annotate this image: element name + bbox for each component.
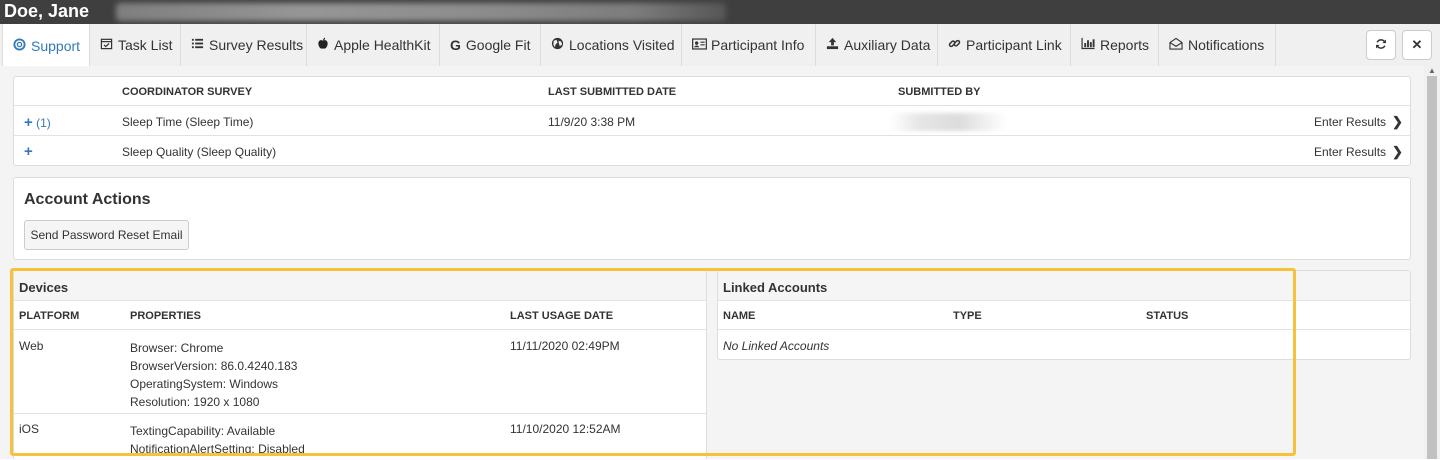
apple-icon bbox=[317, 37, 329, 53]
tab-label: Auxiliary Data bbox=[844, 37, 931, 53]
refresh-icon bbox=[1375, 38, 1387, 53]
tab-label: Participant Link bbox=[966, 37, 1062, 53]
account-actions-panel: Account Actions Send Password Reset Emai… bbox=[13, 177, 1411, 260]
column-header-last-usage: LAST USAGE DATE bbox=[510, 310, 614, 322]
column-header-last-submitted: LAST SUBMITTED DATE bbox=[548, 86, 677, 98]
tab-apple-healthkit[interactable]: Apple HealthKit bbox=[307, 24, 440, 66]
account-actions-title: Account Actions bbox=[24, 191, 151, 208]
tab-label: Apple HealthKit bbox=[334, 37, 431, 53]
linked-accounts-title: Linked Accounts bbox=[723, 280, 828, 295]
column-header-survey: COORDINATOR SURVEY bbox=[122, 86, 253, 98]
title-bar: Doe, Jane bbox=[0, 0, 1440, 24]
chevron-right-icon: ❯ bbox=[1392, 144, 1403, 159]
envelope-open-icon bbox=[1169, 37, 1183, 53]
linked-accounts-panel: Linked Accounts NAME TYPE STATUS No Link… bbox=[717, 270, 1411, 360]
property: OperatingSystem: Windows bbox=[130, 377, 279, 391]
tab-notifications[interactable]: Notifications bbox=[1159, 24, 1276, 66]
property: NotificationAlertSetting: Disabled bbox=[130, 442, 305, 456]
property: Browser: Chrome bbox=[130, 341, 224, 355]
column-header-type: TYPE bbox=[953, 310, 982, 322]
property: Resolution: 1920 x 1080 bbox=[130, 395, 260, 409]
submission-count: (1) bbox=[36, 116, 51, 130]
devices-header: Devices bbox=[14, 271, 706, 301]
lifering-icon bbox=[13, 37, 26, 54]
column-header-status: STATUS bbox=[1146, 310, 1189, 322]
property: TextingCapability: Available bbox=[130, 424, 276, 438]
vertical-scrollbar[interactable]: ▲ bbox=[1424, 66, 1440, 459]
device-platform: iOS bbox=[19, 422, 40, 436]
tab-participant-info[interactable]: Participant Info bbox=[682, 24, 816, 66]
column-header-name: NAME bbox=[723, 310, 756, 322]
bar-chart-icon bbox=[1081, 37, 1095, 53]
tab-support[interactable]: Support bbox=[2, 24, 90, 67]
participant-name: Doe, Jane bbox=[4, 1, 90, 21]
column-header-properties: PROPERTIES bbox=[130, 310, 201, 322]
last-submitted-date: 11/9/20 3:38 PM bbox=[548, 115, 636, 129]
linked-accounts-header: Linked Accounts bbox=[718, 271, 1410, 301]
tab-google-fit[interactable]: G Google Fit bbox=[440, 24, 541, 66]
column-header-submitted-by: SUBMITTED BY bbox=[898, 86, 981, 98]
device-properties: TextingCapability: Available Notificatio… bbox=[130, 422, 305, 458]
scrollbar-thumb[interactable] bbox=[1427, 76, 1437, 459]
devices-title: Devices bbox=[19, 280, 69, 295]
send-password-reset-button[interactable]: Send Password Reset Email bbox=[24, 220, 189, 250]
last-usage-date: 11/11/2020 02:49PM bbox=[510, 339, 620, 353]
tab-label: Support bbox=[31, 37, 81, 54]
list-icon bbox=[191, 37, 204, 53]
link-icon bbox=[948, 37, 961, 53]
tab-label: Task List bbox=[118, 37, 173, 53]
redacted-participant-details bbox=[116, 3, 726, 21]
tab-participant-link[interactable]: Participant Link bbox=[938, 24, 1071, 66]
tab-bar: Support Task List Survey Results Apple H… bbox=[0, 24, 1440, 67]
device-platform: Web bbox=[19, 339, 44, 353]
tab-label: Participant Info bbox=[711, 37, 805, 53]
expand-button[interactable]: + bbox=[24, 143, 33, 160]
tab-locations-visited[interactable]: Locations Visited bbox=[541, 24, 682, 66]
upload-icon bbox=[826, 37, 839, 53]
survey-name: Sleep Quality (Sleep Quality) bbox=[122, 145, 277, 159]
refresh-button[interactable] bbox=[1366, 30, 1396, 60]
column-header-platform: PLATFORM bbox=[19, 310, 80, 322]
close-icon: ✕ bbox=[1411, 37, 1423, 52]
plus-icon: + bbox=[24, 143, 33, 160]
tab-label: Survey Results bbox=[209, 37, 304, 53]
property: BrowserVersion: 86.0.4240.183 bbox=[130, 359, 298, 373]
empty-state-text: No Linked Accounts bbox=[723, 339, 830, 353]
redacted-submitter bbox=[890, 113, 1006, 131]
close-button[interactable]: ✕ bbox=[1402, 30, 1432, 60]
enter-results-button[interactable]: Enter Results ❯ bbox=[1314, 144, 1403, 160]
tab-auxiliary-data[interactable]: Auxiliary Data bbox=[816, 24, 938, 66]
enter-results-label: Enter Results bbox=[1314, 115, 1387, 129]
google-icon: G bbox=[450, 37, 461, 53]
tab-label: Reports bbox=[1100, 37, 1150, 53]
calendar-check-icon bbox=[100, 37, 113, 53]
expand-button[interactable]: + (1) bbox=[24, 114, 51, 131]
tab-task-list[interactable]: Task List bbox=[90, 24, 181, 66]
tab-label: Notifications bbox=[1188, 37, 1265, 53]
main-content: COORDINATOR SURVEY LAST SUBMITTED DATE S… bbox=[0, 66, 1424, 460]
plus-icon: + bbox=[24, 114, 33, 131]
tab-reports[interactable]: Reports bbox=[1071, 24, 1159, 66]
survey-name: Sleep Time (Sleep Time) bbox=[122, 115, 254, 129]
tab-survey-results[interactable]: Survey Results bbox=[181, 24, 307, 66]
chevron-right-icon: ❯ bbox=[1392, 114, 1403, 129]
enter-results-button[interactable]: Enter Results ❯ bbox=[1314, 114, 1403, 130]
coordinator-survey-panel: COORDINATOR SURVEY LAST SUBMITTED DATE S… bbox=[13, 76, 1411, 166]
enter-results-label: Enter Results bbox=[1314, 145, 1387, 159]
tab-label: Locations Visited bbox=[569, 37, 675, 53]
scroll-up-icon[interactable]: ▲ bbox=[1428, 66, 1436, 75]
globe-icon bbox=[551, 37, 564, 53]
id-card-icon bbox=[692, 37, 707, 53]
last-usage-date: 11/10/2020 12:52AM bbox=[510, 422, 621, 436]
device-properties: Browser: Chrome BrowserVersion: 86.0.424… bbox=[130, 339, 297, 411]
tab-label: Google Fit bbox=[465, 37, 531, 53]
devices-panel: Devices PLATFORM PROPERTIES LAST USAGE D… bbox=[13, 270, 707, 460]
